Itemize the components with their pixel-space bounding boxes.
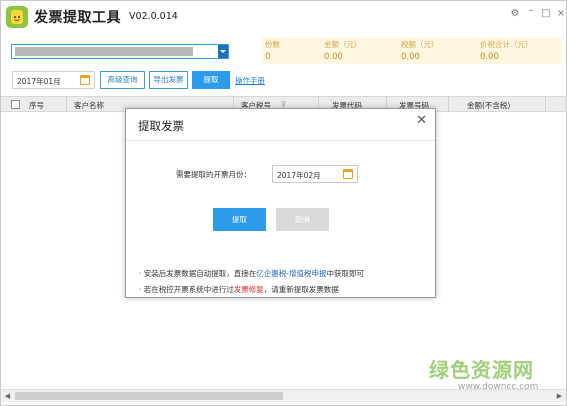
scroll-left-icon[interactable]: ◀ xyxy=(3,392,12,401)
gear-icon[interactable]: ⚙ xyxy=(508,7,522,21)
close-icon[interactable]: ✕ xyxy=(416,113,427,128)
month-picker-value: 2017年01月 xyxy=(17,77,61,86)
calendar-icon[interactable] xyxy=(343,169,353,179)
bullet: · xyxy=(139,269,142,278)
stat-count: 份数 0 xyxy=(265,39,280,62)
app-title: 发票提取工具 xyxy=(34,10,121,26)
month-picker[interactable]: 2017年01月 xyxy=(12,71,95,89)
stat-amount: 金额（元） 0.00 xyxy=(324,39,362,62)
col-amount[interactable]: 金额(不含税) xyxy=(467,100,510,111)
stat-tax-value: 0.00 xyxy=(401,52,420,62)
dialog-title: 提取发票 xyxy=(138,119,184,133)
note-1-link[interactable]: 亿企惠税-增值税申报 xyxy=(256,269,326,278)
company-select[interactable] xyxy=(11,44,229,59)
stat-total-label: 价税合计（元） xyxy=(480,40,533,49)
note-1-text-b: 中获取即可 xyxy=(326,269,365,278)
maximize-icon[interactable]: □ xyxy=(539,7,553,21)
dialog-month-value: 2017年02月 xyxy=(277,171,321,180)
stat-total: 价税合计（元） 0.00 xyxy=(480,39,533,62)
watermark-url: www.downcc.com xyxy=(458,382,539,392)
note-1-text-a: 安装后发票数据自动提取，直接在 xyxy=(143,269,257,278)
stat-amount-label: 金额（元） xyxy=(324,40,362,49)
note-2-highlight: 发票修复 xyxy=(233,285,264,294)
extract-button[interactable]: 提取 xyxy=(192,71,230,89)
manual-link[interactable]: 操作手册 xyxy=(235,75,265,86)
stat-tax: 税额（元） 0.00 xyxy=(401,39,439,62)
col-index[interactable]: 序号 xyxy=(29,100,44,111)
col-customer-name[interactable]: 客户名称 xyxy=(74,100,104,111)
watermark-text: 绿色资源网 xyxy=(429,358,534,382)
dialog-month-picker[interactable]: 2017年02月 xyxy=(272,165,358,183)
note-2-text-a: 若在税控开票系统中进行过 xyxy=(143,285,234,294)
minimize-icon[interactable]: – xyxy=(524,4,538,18)
app-window: 发票提取工具 V02.0.014 ⚙ – □ × 份数 0 金额（元） 0.00… xyxy=(0,0,567,406)
calendar-icon[interactable] xyxy=(80,75,90,85)
stats-panel: 份数 0 金额（元） 0.00 税额（元） 0.00 价税合计（元） 0.00 xyxy=(262,37,562,64)
stat-count-label: 份数 xyxy=(265,40,280,49)
extract-invoice-dialog: 提取发票 ✕ 需要提取的开票月份： 2017年02月 提取 取消 · 安装后发票… xyxy=(125,108,436,298)
title-bar: 发票提取工具 V02.0.014 ⚙ – □ × xyxy=(1,1,566,35)
dialog-note-1: · 安装后发票数据自动提取，直接在亿企惠税-增值税申报中获取即可 xyxy=(139,268,364,279)
month-field-label: 需要提取的开票月份： xyxy=(176,170,251,179)
app-logo-icon xyxy=(6,6,28,28)
scrollbar-thumb[interactable] xyxy=(15,392,283,400)
stat-total-value: 0.00 xyxy=(480,52,499,62)
export-invoice-button[interactable]: 导出发票 xyxy=(149,71,188,89)
note-2-text-b: ，请重新提取发票数据 xyxy=(263,285,339,294)
bullet: · xyxy=(139,285,142,294)
advanced-query-button[interactable]: 高级查询 xyxy=(100,71,145,89)
chevron-down-icon[interactable] xyxy=(218,45,228,58)
company-select-value xyxy=(15,47,193,56)
scroll-right-icon[interactable]: ▶ xyxy=(555,392,564,401)
select-all-checkbox[interactable] xyxy=(11,100,20,109)
stat-amount-value: 0.00 xyxy=(324,52,343,62)
stat-tax-label: 税额（元） xyxy=(401,40,439,49)
dialog-divider xyxy=(126,140,435,141)
stat-count-value: 0 xyxy=(265,52,271,62)
dialog-cancel-button[interactable]: 取消 xyxy=(276,208,329,231)
dialog-note-2: · 若在税控开票系统中进行过发票修复，请重新提取发票数据 xyxy=(139,284,339,295)
close-icon[interactable]: × xyxy=(554,7,566,21)
app-version: V02.0.014 xyxy=(129,11,178,22)
dialog-extract-button[interactable]: 提取 xyxy=(213,208,266,231)
